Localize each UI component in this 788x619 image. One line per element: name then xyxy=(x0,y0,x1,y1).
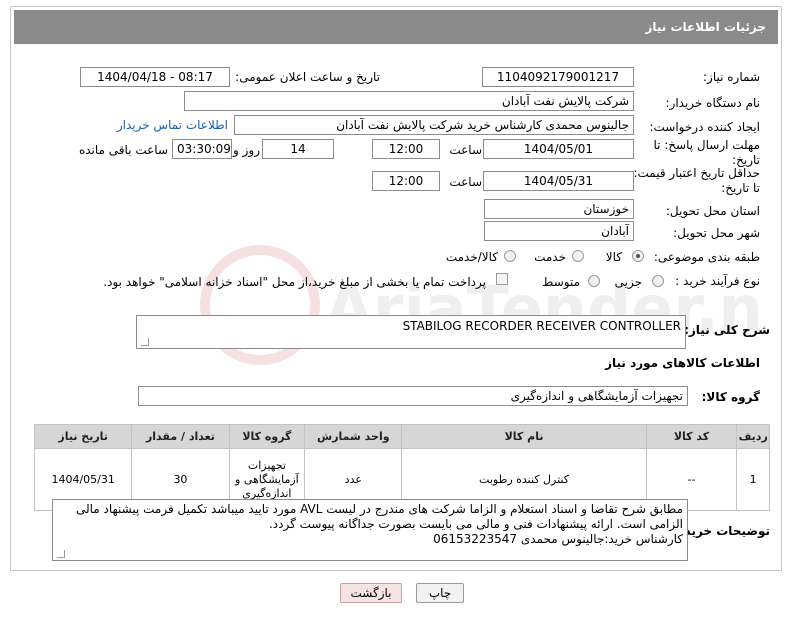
notes-textarea[interactable]: مطابق شرح تقاضا و اسناد استعلام و الزاما… xyxy=(52,499,688,561)
cell-row: 1 xyxy=(736,448,770,511)
table-header-row: ردیف کد کالا نام کالا واحد شمارش گروه کا… xyxy=(33,424,770,449)
process-label: نوع فرآیند خرید : xyxy=(675,274,760,288)
goods-group-field[interactable]: تجهیزات آزمایشگاهی و اندازه‌گیری xyxy=(138,386,688,406)
resize-grip[interactable] xyxy=(141,338,149,346)
remaining-time-field[interactable]: 03:30:09 xyxy=(172,139,232,159)
payment-note: پرداخت تمام یا بخشی از مبلغ خرید،از محل … xyxy=(103,275,486,289)
items-table: ردیف کد کالا نام کالا واحد شمارش گروه کا… xyxy=(33,424,770,511)
process-radio-medium[interactable] xyxy=(588,275,600,287)
category-label: طبقه بندی موضوعی: xyxy=(653,250,760,264)
col-header-date: تاریخ نیاز xyxy=(33,424,133,449)
need-number-field[interactable]: 1104092179001217 xyxy=(482,67,634,87)
city-field[interactable]: آبادان xyxy=(484,221,634,241)
summary-text: STABILOG RECORDER RECEIVER CONTROLLER xyxy=(402,319,681,333)
summary-label: شرح کلی نیاز: xyxy=(684,323,770,337)
validity-date-field[interactable]: 1404/05/31 xyxy=(483,171,634,191)
notes-resize-grip[interactable] xyxy=(57,550,65,558)
notes-line-1: مطابق شرح تقاضا و اسناد استعلام و الزاما… xyxy=(75,502,683,516)
buyer-org-label: نام دستگاه خریدار: xyxy=(665,96,761,110)
city-label: شهر محل تحویل: xyxy=(673,226,760,240)
col-header-row: ردیف xyxy=(736,424,770,449)
need-number-label: شماره نیاز: xyxy=(703,70,760,84)
remaining-label: ساعت باقی مانده xyxy=(78,143,168,157)
col-header-group: گروه کالا xyxy=(228,424,306,449)
validity-time-label: ساعت xyxy=(449,175,482,189)
process-option-minor: جزیی xyxy=(614,275,642,289)
deadline-time-field[interactable]: 12:00 xyxy=(372,139,440,159)
treasury-payment-checkbox[interactable] xyxy=(496,273,508,285)
deadline-date-field[interactable]: 1404/05/01 xyxy=(483,139,634,159)
process-radio-minor[interactable] xyxy=(652,275,664,287)
validity-time-field[interactable]: 12:00 xyxy=(372,171,440,191)
col-header-name: نام کالا xyxy=(401,424,647,449)
col-header-unit: واحد شمارش xyxy=(304,424,403,449)
category-radio-both[interactable] xyxy=(504,250,516,262)
items-info-heading: اطلاعات کالاهای مورد نیاز xyxy=(605,356,760,370)
province-label: استان محل تحویل: xyxy=(665,204,760,218)
col-header-code: کد کالا xyxy=(645,424,738,449)
deadline-label: مهلت ارسال پاسخ: تا تاریخ: xyxy=(653,138,760,167)
category-option-goods: کالا xyxy=(605,250,622,264)
back-button[interactable]: بازگشت xyxy=(340,583,402,603)
print-button[interactable]: چاپ xyxy=(416,583,464,603)
days-label: روز و xyxy=(233,143,260,157)
notes-line-3: کارشناس خرید:جالینوس محمدی 06153223547 xyxy=(433,532,683,546)
category-option-service: خدمت xyxy=(534,250,566,264)
days-field[interactable]: 14 xyxy=(262,139,334,159)
deadline-time-label: ساعت xyxy=(449,143,482,157)
process-option-medium: متوسط xyxy=(542,275,580,289)
page-title: جزئیات اطلاعات نیاز xyxy=(14,10,778,44)
category-option-both: کالا/خدمت xyxy=(445,250,498,264)
creator-label: ایجاد کننده درخواست: xyxy=(649,120,760,134)
validity-label: حداقل تاریخ اعتبار قیمت: تا تاریخ: xyxy=(633,166,760,195)
buyer-org-field[interactable]: شرکت پالایش نفت آبادان xyxy=(184,91,634,111)
category-radio-service[interactable] xyxy=(572,250,584,262)
summary-textarea[interactable]: STABILOG RECORDER RECEIVER CONTROLLER xyxy=(136,315,686,349)
contact-info-link[interactable]: اطلاعات تماس خریدار xyxy=(117,118,228,132)
province-field[interactable]: خوزستان xyxy=(484,199,634,219)
category-radio-goods[interactable] xyxy=(632,250,644,262)
goods-group-label: گروه کالا: xyxy=(701,390,760,404)
col-header-qty: تعداد / مقدار xyxy=(131,424,230,449)
notes-line-2: الزامی است. ارائه پیشنهادات فنی و مالی م… xyxy=(268,517,683,531)
announce-field[interactable]: 1404/04/18 - 08:17 xyxy=(80,67,230,87)
creator-field[interactable]: جالینوس محمدی کارشناس خرید شرکت پالایش ن… xyxy=(234,115,634,135)
announce-label: تاریخ و ساعت اعلان عمومی: xyxy=(235,70,380,84)
